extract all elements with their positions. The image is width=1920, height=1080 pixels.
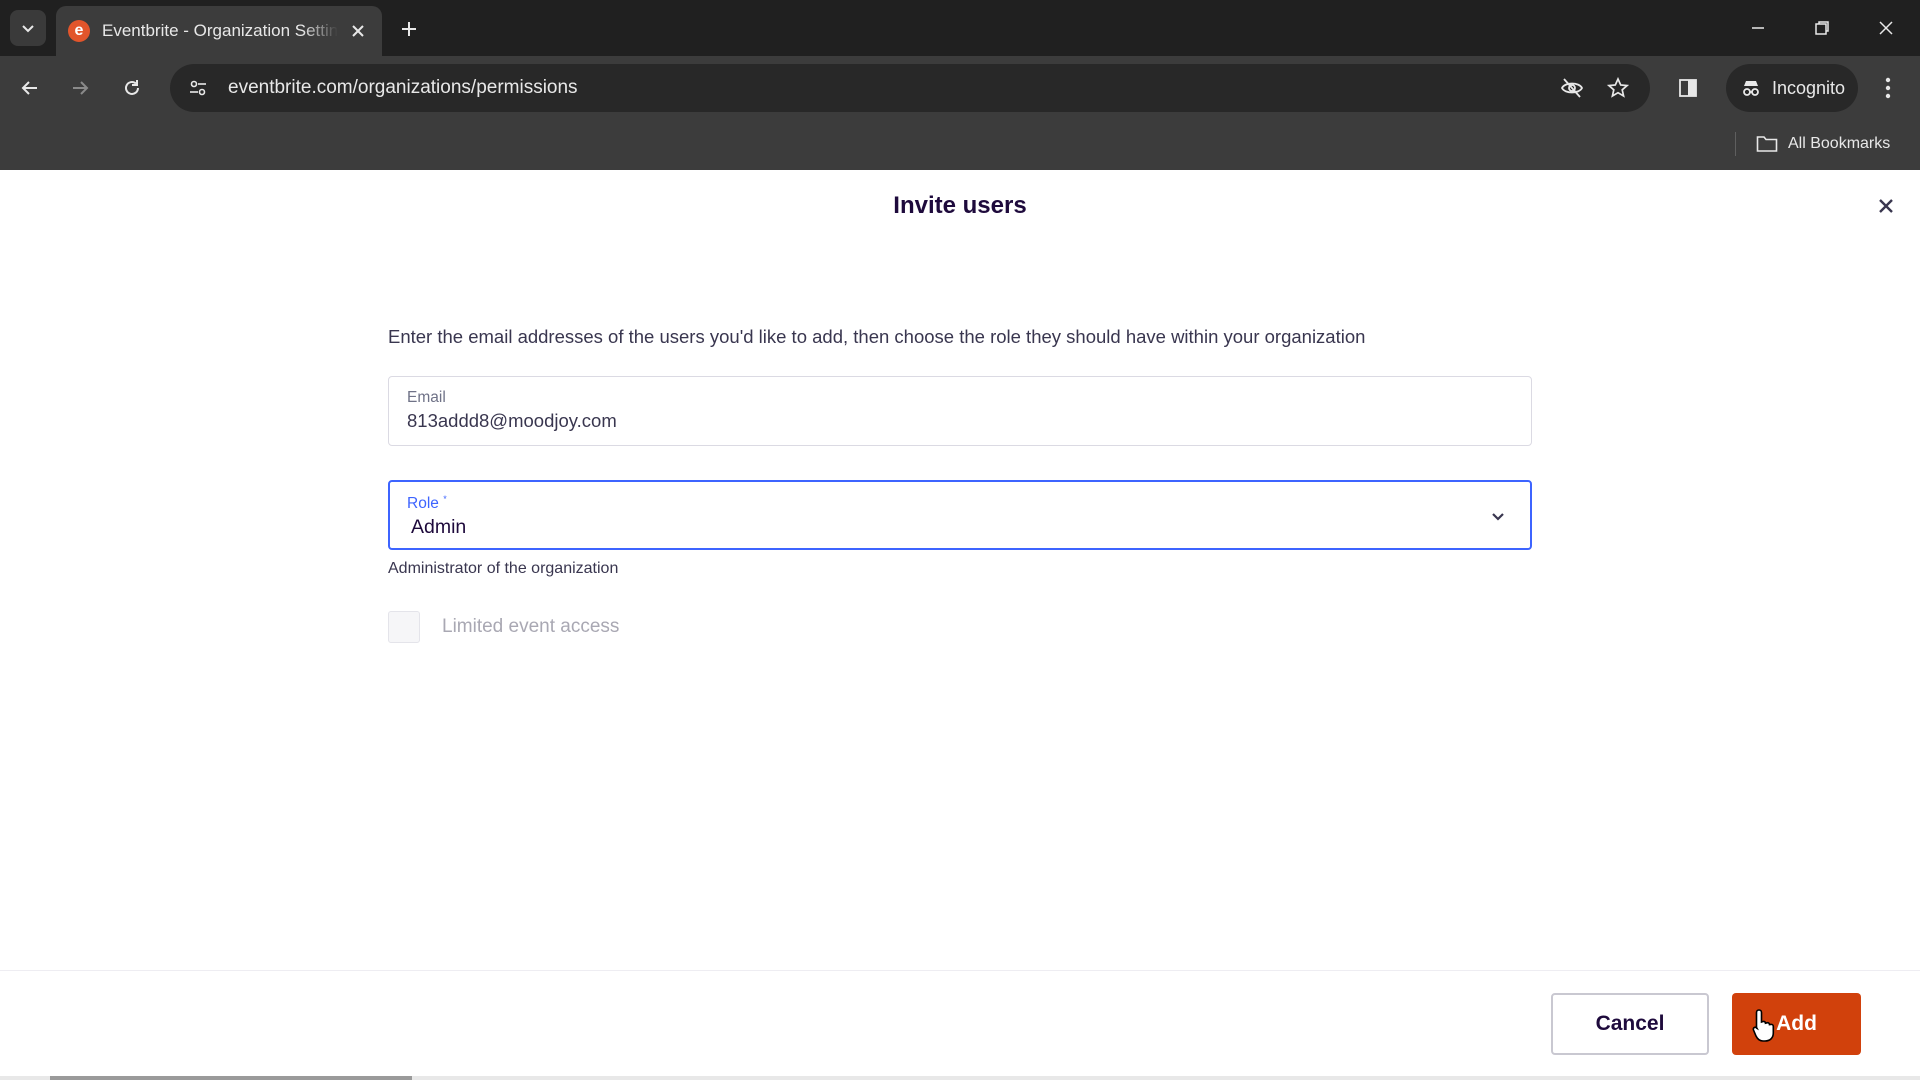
star-icon	[1607, 77, 1629, 98]
role-helper-text: Administrator of the organization	[388, 560, 619, 577]
modal-close-button[interactable]	[1870, 190, 1902, 222]
close-icon	[1879, 21, 1893, 35]
side-panel-icon	[1679, 79, 1697, 97]
incognito-label: Incognito	[1772, 77, 1846, 98]
role-value: Admin	[411, 516, 467, 538]
invite-users-modal: Invite users Enter the email addresses o…	[0, 170, 1920, 1080]
browser-toolbar: eventbrite.com/organizations/permissions…	[0, 56, 1920, 120]
required-mark: *	[443, 494, 447, 504]
eye-off-icon	[1560, 78, 1584, 98]
window-close-button[interactable]	[1864, 8, 1908, 48]
all-bookmarks-button[interactable]: All Bookmarks	[1756, 128, 1890, 160]
role-select[interactable]: Role * Admin	[388, 480, 1532, 550]
tab-title: Eventbrite - Organization Settings	[102, 21, 338, 40]
role-label: Role *	[407, 494, 447, 513]
arrow-right-icon	[73, 81, 89, 95]
eventbrite-favicon-icon: e	[68, 20, 90, 42]
restore-button[interactable]	[1800, 8, 1844, 48]
email-field[interactable]: Email 813addd8@moodjoy.com	[388, 376, 1532, 446]
limited-access-label: Limited event access	[442, 616, 620, 637]
chevron-down-icon	[22, 25, 34, 33]
tab-search-button[interactable]	[10, 10, 46, 46]
hand-cursor-icon	[1752, 1009, 1775, 1042]
folder-icon	[1756, 136, 1778, 152]
tab-active[interactable]: e Eventbrite - Organization Settings	[56, 6, 382, 56]
site-info-button[interactable]	[178, 68, 218, 108]
tracking-protection-button[interactable]	[1556, 72, 1588, 104]
close-icon	[1879, 199, 1893, 213]
bookmark-star-button[interactable]	[1602, 72, 1634, 104]
scroll-thumb[interactable]	[50, 1076, 412, 1080]
forward-button[interactable]	[64, 72, 96, 104]
back-button[interactable]	[14, 72, 46, 104]
tab-close-button[interactable]	[346, 19, 370, 43]
address-bar[interactable]: eventbrite.com/organizations/permissions	[170, 64, 1650, 112]
side-panel-button[interactable]	[1672, 72, 1704, 104]
plus-icon	[402, 22, 416, 36]
minimize-button[interactable]	[1736, 8, 1780, 48]
incognito-indicator[interactable]: Incognito	[1726, 64, 1858, 112]
limited-access-row: Limited event access	[388, 610, 619, 644]
bottom-scroll-indicator	[0, 1076, 1920, 1080]
url-text[interactable]: eventbrite.com/organizations/permissions	[228, 77, 578, 99]
instructions-text: Enter the email addresses of the users y…	[388, 326, 1366, 347]
email-value[interactable]: 813addd8@moodjoy.com	[407, 410, 617, 432]
reload-icon	[125, 80, 139, 95]
bookmarks-separator	[1735, 132, 1736, 156]
tune-icon	[190, 80, 206, 96]
close-icon	[352, 25, 364, 37]
cancel-button[interactable]: Cancel	[1551, 993, 1709, 1055]
browser-chrome: e Eventbrite - Organization Settings eve…	[0, 0, 1920, 170]
chevron-down-icon	[1488, 506, 1508, 526]
minimize-icon	[1752, 27, 1764, 29]
email-label: Email	[407, 389, 446, 406]
modal-title: Invite users	[893, 192, 1027, 219]
reload-button[interactable]	[116, 72, 148, 104]
new-tab-button[interactable]	[394, 14, 424, 44]
bookmarks-bar: All Bookmarks	[0, 120, 1920, 170]
limited-access-checkbox[interactable]	[388, 611, 420, 643]
footer-divider	[0, 970, 1920, 971]
incognito-icon	[1743, 81, 1759, 96]
all-bookmarks-label: All Bookmarks	[1788, 135, 1891, 152]
restore-icon	[1815, 21, 1829, 35]
tab-strip: e Eventbrite - Organization Settings	[0, 0, 1920, 56]
more-vertical-icon	[1885, 77, 1891, 99]
arrow-left-icon	[21, 81, 37, 95]
browser-menu-button[interactable]	[1872, 72, 1904, 104]
